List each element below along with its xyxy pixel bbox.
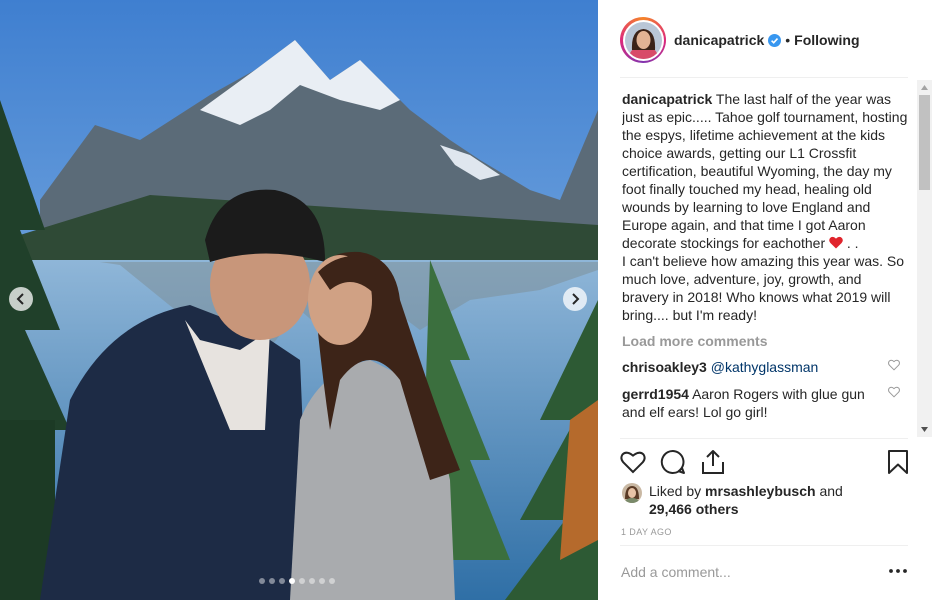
likes-summary: Liked by mrsashleybusch and 29,466 other… xyxy=(622,482,912,518)
verified-badge-icon xyxy=(768,33,782,47)
footer-divider xyxy=(620,545,908,546)
red-heart-emoji-icon xyxy=(829,236,843,249)
carousel-dot xyxy=(299,578,305,584)
caption-text-paragraph-2: I can't believe how amazing this year wa… xyxy=(622,253,905,323)
heart-icon[interactable] xyxy=(620,449,646,475)
bookmark-icon[interactable] xyxy=(885,449,911,475)
comment-item: chrisoakley3 @kathyglassman xyxy=(622,358,910,376)
caption-username[interactable]: danicapatrick xyxy=(622,91,712,107)
header-separator: • xyxy=(785,32,791,48)
carousel-prev-button[interactable] xyxy=(9,287,33,311)
carousel-dot xyxy=(269,578,275,584)
post-photo[interactable] xyxy=(0,0,598,600)
chevron-right-icon xyxy=(572,293,580,305)
load-more-comments-button[interactable]: Load more comments xyxy=(622,333,910,349)
header-divider xyxy=(620,77,908,78)
share-icon[interactable] xyxy=(700,449,726,475)
comment-mention[interactable]: @kathyglassman xyxy=(711,359,819,375)
post-header: danicapatrick • Following xyxy=(620,16,910,64)
add-comment-input[interactable]: Add a comment... xyxy=(621,564,841,580)
photo-scene xyxy=(0,0,598,600)
comment-heart-icon[interactable] xyxy=(888,386,900,398)
post-details-panel: danicapatrick • Following danicapatrick … xyxy=(598,0,932,600)
comment-bubble-icon[interactable] xyxy=(660,449,686,475)
avatar[interactable] xyxy=(620,17,666,63)
following-button[interactable]: Following xyxy=(794,32,859,48)
post-caption: danicapatrick The last half of the year … xyxy=(622,90,910,324)
more-options-icon[interactable] xyxy=(888,563,908,579)
carousel-dot xyxy=(309,578,315,584)
comment-heart-icon[interactable] xyxy=(888,359,900,371)
avatar-image xyxy=(624,21,662,59)
carousel-dot xyxy=(319,578,325,584)
carousel-next-button[interactable] xyxy=(563,287,587,311)
carousel-dot xyxy=(259,578,265,584)
comments-scrollbar[interactable] xyxy=(917,80,932,437)
likes-joiner: and xyxy=(819,483,843,499)
caption-text: The last half of the year was just as ep… xyxy=(622,91,908,251)
comment-username[interactable]: chrisoakley3 xyxy=(622,359,707,375)
comment-item: gerrd1954 Aaron Rogers with glue gun and… xyxy=(622,385,910,421)
scroll-up-arrow-icon[interactable] xyxy=(917,80,932,95)
comment-username[interactable]: gerrd1954 xyxy=(622,386,689,402)
carousel-dot xyxy=(289,578,295,584)
caption-text-tail: . . xyxy=(843,235,859,251)
likes-text: Liked by mrsashleybusch and 29,466 other… xyxy=(649,482,843,518)
liker-avatar[interactable] xyxy=(622,483,642,503)
action-bar xyxy=(620,446,910,478)
likes-count[interactable]: 29,466 others xyxy=(649,501,739,517)
scrollbar-thumb[interactable] xyxy=(919,95,930,190)
comments-divider xyxy=(620,438,908,439)
comments-list[interactable]: danicapatrick The last half of the year … xyxy=(622,90,910,438)
post-timestamp[interactable]: 1 DAY AGO xyxy=(621,527,672,537)
likes-prefix: Liked by xyxy=(649,483,702,499)
liker-username[interactable]: mrsashleybusch xyxy=(705,483,816,499)
scroll-down-arrow-icon[interactable] xyxy=(917,422,932,437)
carousel-dot xyxy=(329,578,335,584)
carousel-indicator xyxy=(259,578,335,584)
chevron-left-icon xyxy=(16,293,24,305)
header-username[interactable]: danicapatrick xyxy=(674,32,764,48)
carousel-dot xyxy=(279,578,285,584)
